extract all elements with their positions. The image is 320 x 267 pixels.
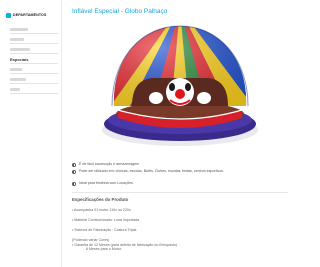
inflatable-clown-dome-illustration (102, 25, 258, 146)
spec-item: • Acompanha 01 motor 110v ou 220v. (72, 208, 132, 212)
bullet-icon (6, 12, 11, 18)
page-title: Inflável Especial - Globo Palhaço (72, 8, 168, 15)
sidebar-item[interactable] (10, 86, 58, 94)
sidebar-item[interactable] (10, 46, 58, 54)
departments-header: DEPARTAMENTOS (6, 10, 58, 20)
departments-label: DEPARTAMENTOS (13, 13, 47, 17)
sidebar-item[interactable] (10, 66, 58, 74)
spec-item: • Sistema de Fabricação : Costura Tripla (72, 228, 137, 232)
info-icon (72, 181, 76, 186)
info-item: Ideal para festinha com Locações. (72, 181, 292, 186)
sidebar-item[interactable] (10, 76, 58, 84)
info-text: Ideal para festinha com Locações. (79, 181, 134, 185)
sidebar-item-placeholder (10, 48, 30, 51)
sidebar-item-placeholder (10, 68, 22, 71)
product-image (72, 18, 288, 150)
info-text: É de fácil locomoção e armazenagem (79, 162, 140, 166)
sidebar-item[interactable] (10, 26, 58, 34)
spec-item: • Material Confeccionado: Lona importada… (72, 218, 140, 222)
info-item: Pode ser utilizado em: clínicas, escolas… (72, 169, 292, 174)
spec-item: 6 Meses para o Motor. (86, 247, 122, 251)
page: DEPARTAMENTOS Especiais Inflável Especia… (0, 0, 300, 267)
main-content: Inflável Especial - Globo Palhaço É de f… (62, 0, 300, 267)
section-divider (72, 192, 288, 193)
info-item: É de fácil locomoção e armazenagem (72, 162, 292, 167)
sidebar-item-placeholder (10, 88, 20, 91)
info-icon (72, 162, 76, 167)
sidebar-item-especiais[interactable]: Especiais (10, 56, 58, 64)
sidebar-menu: Especiais (10, 26, 58, 96)
info-text: Pode ser utilizado em: clínicas, escolas… (79, 169, 225, 173)
sidebar-item-placeholder (10, 78, 26, 81)
sidebar-item[interactable] (10, 36, 58, 44)
sidebar-item-placeholder (10, 38, 24, 41)
sidebar-item-label: Especiais (10, 57, 29, 62)
sidebar: DEPARTAMENTOS Especiais (0, 0, 62, 267)
specs-title: Especificações do Produto (72, 197, 129, 202)
sidebar-item-placeholder (10, 28, 28, 31)
info-icon (72, 169, 76, 174)
